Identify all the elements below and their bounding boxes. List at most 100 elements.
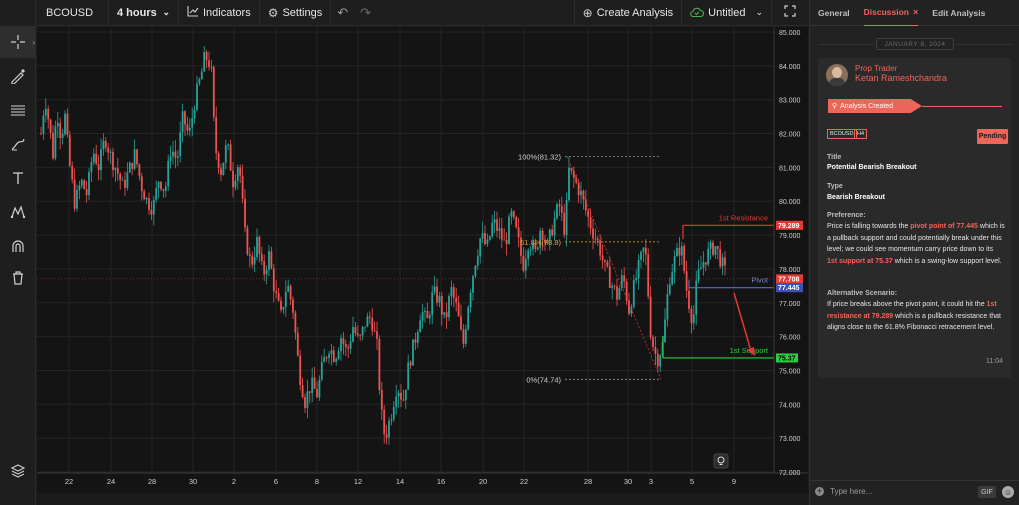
y-tick-label: 85.000 xyxy=(779,30,801,37)
reply-input[interactable] xyxy=(830,487,960,496)
text-tool[interactable] xyxy=(0,162,36,194)
candle-body xyxy=(325,357,328,359)
candle-body xyxy=(498,228,501,231)
candle-body xyxy=(304,397,306,408)
candle-body xyxy=(568,167,570,201)
candle-body xyxy=(460,316,462,330)
candle-body xyxy=(90,162,93,173)
close-tab-icon[interactable]: × xyxy=(913,7,918,17)
candle-body xyxy=(709,242,712,249)
date-separator: JANUARY 8, 2024 xyxy=(876,38,954,50)
candle-body xyxy=(121,179,124,181)
price-chart[interactable]: 100%(81.32) 61.8%(78.8) 0%(74.74) 1st Re… xyxy=(37,27,808,493)
candle-body xyxy=(287,285,290,292)
status-badge[interactable]: Pending xyxy=(977,129,1008,144)
symbol-selector[interactable]: BCOUSD xyxy=(36,0,109,26)
preference-label: Preference: xyxy=(827,212,866,219)
fib-0-label: 0%(74.74) xyxy=(526,375,561,384)
avatar-body xyxy=(829,78,845,86)
candle-body xyxy=(268,251,270,270)
candle-body xyxy=(388,420,390,438)
magnet-tool[interactable] xyxy=(0,230,36,262)
candle-body xyxy=(253,257,256,265)
horizontal-lines-tool[interactable] xyxy=(0,94,36,126)
candle-body xyxy=(239,167,242,176)
redo-button[interactable]: ↷ xyxy=(354,0,377,26)
candle-body xyxy=(664,319,666,342)
bearish-arrow xyxy=(733,292,752,352)
candle-body xyxy=(157,181,160,189)
create-analysis-label: Create Analysis xyxy=(596,6,674,19)
x-tick-labels: 22 24 28 30 2 6 8 12 14 16 20 22 28 30 3 5 9 xyxy=(65,477,736,486)
candle-body xyxy=(479,238,482,257)
symbol-tag: BCOUSD xyxy=(827,129,857,139)
candle-body xyxy=(688,290,690,309)
chart-settings-button[interactable] xyxy=(713,453,729,469)
candle-body xyxy=(508,216,510,244)
fib-trend-line xyxy=(566,156,662,380)
settings-button[interactable]: ⚙ Settings xyxy=(260,0,332,26)
preference-text: Price is falling towards the pivot point… xyxy=(827,221,1005,267)
emoji-icon[interactable]: ☺ xyxy=(1002,486,1014,498)
author-role: Prop Trader xyxy=(855,64,898,73)
candle-body xyxy=(318,379,321,398)
candle-body xyxy=(160,181,162,190)
gif-button[interactable]: GIF xyxy=(978,486,996,498)
indicators-icon xyxy=(187,5,199,20)
candle-body xyxy=(44,108,47,116)
candle-body xyxy=(316,388,318,398)
add-attachment-icon[interactable]: + xyxy=(815,487,824,496)
candle-body xyxy=(272,268,275,292)
candle-body xyxy=(236,167,239,181)
candle-body xyxy=(308,391,311,394)
resistance-price-value: 79.289 xyxy=(778,223,800,230)
tab-discussion[interactable]: Discussion × xyxy=(863,0,919,26)
crosshair-tool[interactable]: › xyxy=(0,26,36,58)
candle-body xyxy=(193,109,196,119)
candle-body xyxy=(704,262,707,265)
tab-edit-analysis[interactable]: Edit Analysis xyxy=(932,0,985,26)
symbol-label: BCOUSD xyxy=(46,6,94,19)
candle-body xyxy=(368,316,371,318)
candle-body xyxy=(592,228,594,239)
undo-button[interactable]: ↶ xyxy=(331,0,354,26)
fullscreen-button[interactable] xyxy=(772,0,808,26)
indicators-button[interactable]: Indicators xyxy=(179,0,260,26)
delete-tool[interactable] xyxy=(0,262,36,294)
candle-body xyxy=(131,162,134,169)
candle-body xyxy=(248,254,251,256)
banner-label: Analysis Created xyxy=(840,102,894,110)
layout-save-dropdown[interactable]: Untitled ⌄ xyxy=(682,0,772,26)
candle-body xyxy=(95,153,98,164)
candle-body xyxy=(83,180,86,189)
candle-body xyxy=(42,115,45,134)
candle-body xyxy=(404,389,407,401)
candle-body xyxy=(589,217,592,229)
author-name[interactable]: Ketan Rameshchandra xyxy=(855,73,947,83)
candle-body xyxy=(671,272,674,285)
candle-body xyxy=(215,117,218,154)
candle-body xyxy=(563,212,566,235)
create-analysis-button[interactable]: ⊕ Create Analysis xyxy=(573,0,683,26)
candle-body xyxy=(416,332,419,343)
pattern-tool[interactable] xyxy=(0,196,36,228)
fib-100-label: 100%(81.32) xyxy=(518,153,561,162)
brush-tool[interactable] xyxy=(0,60,36,92)
candle-body xyxy=(174,151,177,158)
x-tick-label: 22 xyxy=(65,477,73,486)
tab-general[interactable]: General xyxy=(818,0,850,26)
candle-body xyxy=(323,357,326,363)
trendline-tool[interactable] xyxy=(0,128,36,160)
candle-body xyxy=(328,354,330,358)
candle-body xyxy=(496,219,498,231)
candle-body xyxy=(152,199,155,215)
candle-body xyxy=(148,198,150,211)
candle-body xyxy=(448,296,450,318)
candle-body xyxy=(68,134,71,166)
interval-dropdown[interactable]: 4 hours ⌄ xyxy=(109,0,179,26)
trading-app: › BCOUSD 4 hours ⌄ Indicators ⚙ Settings… xyxy=(0,0,1019,505)
avatar[interactable] xyxy=(826,64,848,86)
candle-body xyxy=(294,312,297,333)
candle-body xyxy=(136,149,138,165)
layers-tool[interactable] xyxy=(0,455,36,487)
